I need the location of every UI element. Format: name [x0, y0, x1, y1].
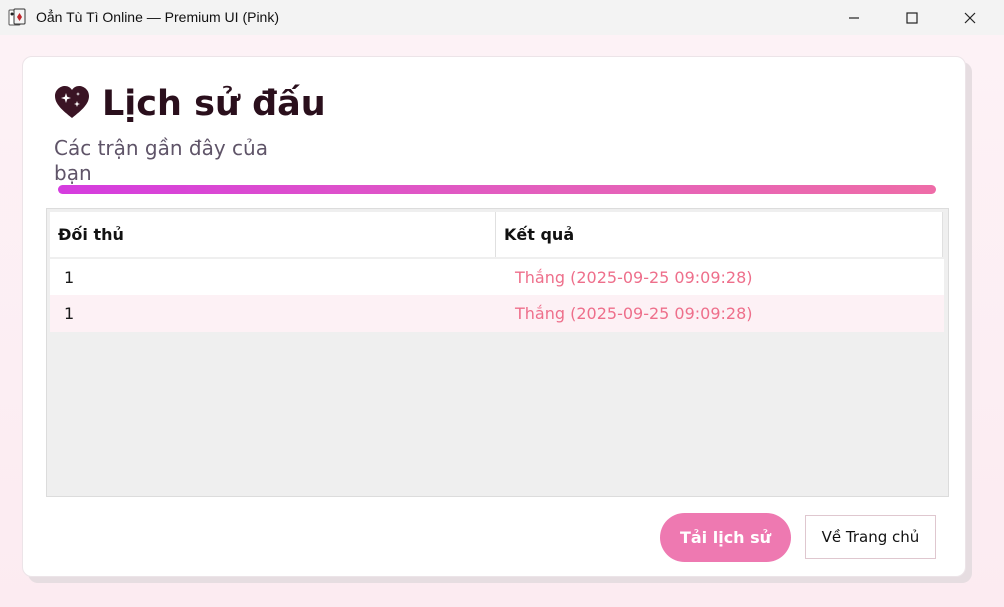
page-title: Lịch sử đấu [102, 84, 326, 124]
load-history-button[interactable]: Tải lịch sử [660, 513, 791, 562]
close-icon [964, 12, 976, 23]
column-header-result[interactable]: Kết quả [496, 212, 943, 257]
cell-result: Thắng (2025-09-25 09:09:28) [515, 268, 753, 287]
maximize-button[interactable] [883, 0, 941, 35]
minimize-icon [849, 16, 859, 19]
sparkling-heart-icon [55, 86, 89, 118]
table-row[interactable]: 1 Thắng (2025-09-25 09:09:28) [50, 259, 944, 296]
playing-cards-icon [8, 8, 26, 26]
accent-divider [58, 185, 936, 194]
window-titlebar: Oẳn Tù Tì Online — Premium UI (Pink) [0, 0, 1004, 35]
table-row[interactable]: 1 Thắng (2025-09-25 09:09:28) [50, 295, 944, 332]
maximize-icon [906, 11, 918, 24]
page-subtitle: Các trận gần đây của bạn [54, 136, 268, 185]
cell-result: Thắng (2025-09-25 09:09:28) [515, 304, 753, 323]
cell-opponent: 1 [64, 304, 75, 323]
minimize-button[interactable] [825, 0, 883, 35]
history-table[interactable]: Đối thủ Kết quả 1 Thắng (2025-09-25 09:0… [46, 208, 949, 497]
column-header-opponent[interactable]: Đối thủ [50, 212, 496, 257]
cell-opponent: 1 [64, 268, 75, 287]
close-button[interactable] [941, 0, 999, 35]
back-home-button[interactable]: Về Trang chủ [805, 515, 936, 559]
window-title: Oẳn Tù Tì Online — Premium UI (Pink) [36, 9, 279, 25]
